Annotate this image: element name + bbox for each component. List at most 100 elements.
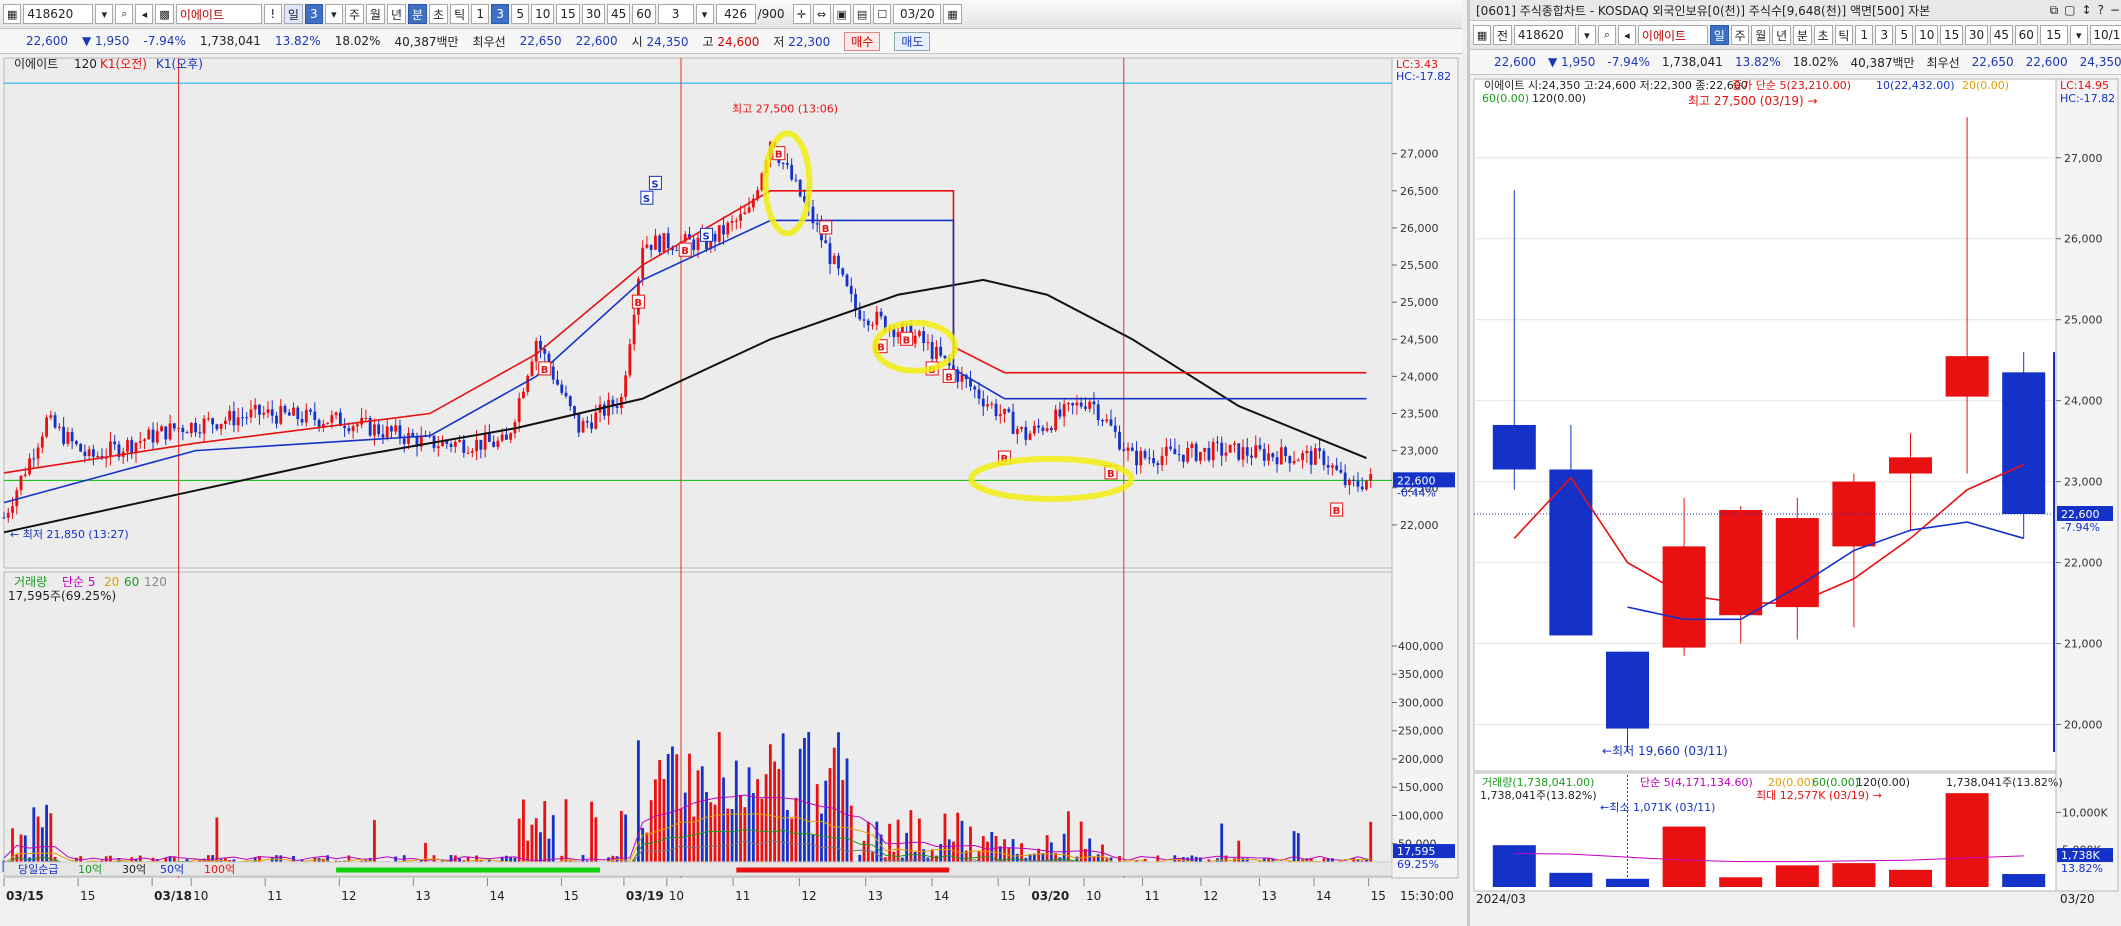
left-toolbar: ▦ 418620 ▾ ⌕ ◂ ▩ 이에이트 ! 일 3 ▾ 주 월 년 분 초 …	[0, 0, 1462, 29]
stock-code-input[interactable]: 418620	[1513, 25, 1576, 45]
interval-select[interactable]: 3	[657, 4, 694, 24]
search-icon[interactable]: ⌕	[1597, 25, 1616, 45]
period-second-button[interactable]: 초	[429, 4, 449, 24]
interval-45-button[interactable]: 45	[606, 4, 631, 24]
volume-value: 1,738,041	[1661, 55, 1723, 69]
interval-select[interactable]: 15	[2039, 25, 2068, 45]
price-candle-body	[994, 403, 998, 417]
period-tick-button[interactable]: 틱	[450, 4, 470, 24]
period-tick-button[interactable]: 틱	[1834, 25, 1854, 45]
buy-button[interactable]: 매수	[844, 31, 881, 51]
chevron-down-icon[interactable]: ▾	[2069, 25, 2088, 45]
dropdown-icon[interactable]: ▾	[1577, 25, 1596, 45]
settings-icon[interactable]: ▦	[3, 4, 22, 24]
daily-volume-tag-label: 1,738K	[2061, 849, 2100, 862]
period-second-button[interactable]: 초	[1813, 25, 1833, 45]
price-candle-body	[551, 366, 555, 380]
price-candle-body	[1118, 431, 1121, 450]
interval-30-button[interactable]: 30	[581, 4, 605, 24]
interval-5-button[interactable]: 5	[511, 4, 530, 24]
stock-code-input[interactable]: 418620	[23, 4, 94, 24]
period-minute-button[interactable]: 분	[1792, 25, 1812, 45]
volume-bar	[760, 798, 764, 872]
sell-button[interactable]: 매도	[894, 31, 931, 51]
period-day-button[interactable]: 일	[283, 4, 303, 24]
bar-count-input[interactable]: 10/1	[2089, 25, 2121, 45]
interval-5-button[interactable]: 5	[1895, 25, 1914, 45]
price-candle-body	[1067, 403, 1070, 405]
price-candle-body	[304, 409, 308, 423]
interval-1-button[interactable]: 1	[1855, 25, 1874, 45]
interval-30-button[interactable]: 30	[1965, 25, 1988, 45]
dropdown-icon[interactable]: ▾	[95, 4, 114, 24]
right-quote-bar: 22,600 ▼ 1,950 -7.94% 1,738,041 13.82% 1…	[1470, 50, 2121, 75]
stock-name-field[interactable]: 이에이트	[175, 4, 262, 24]
chevron-down-icon[interactable]: ▾	[695, 4, 714, 24]
date-checkbox[interactable]: ☐	[873, 4, 892, 24]
signal-label: S	[643, 194, 650, 205]
grid-icon[interactable]: ▩	[155, 4, 174, 24]
calendar-icon[interactable]: ▦	[943, 4, 962, 24]
alert-button[interactable]: !	[263, 4, 282, 24]
bottom-legend-item: 50억	[160, 863, 184, 876]
interval-10-button[interactable]: 10	[531, 4, 555, 24]
date-input[interactable]: 03/20	[893, 4, 942, 24]
interval-60-button[interactable]: 60	[2014, 25, 2038, 45]
price-candle-body	[219, 423, 223, 429]
x-tick-label: 11	[1144, 889, 1159, 903]
pin-icon[interactable]: ↕	[2082, 3, 2092, 18]
interval-45-button[interactable]: 45	[1989, 25, 2013, 45]
stock-name-field[interactable]: 이에이트	[1637, 25, 1708, 45]
period-year-button[interactable]: 년	[1772, 25, 1791, 45]
prev-button[interactable]: 전	[1493, 25, 1512, 45]
period-day-button[interactable]: 일	[1709, 25, 1729, 45]
interval-15-button[interactable]: 15	[556, 4, 580, 24]
period-month-button[interactable]: 월	[1751, 25, 1771, 45]
daily-volume-bar	[2002, 874, 2046, 887]
signal-label: B	[541, 365, 549, 376]
interval-3-button[interactable]: 3	[491, 4, 510, 24]
price-candle-body	[313, 411, 317, 420]
price-candle-body	[466, 452, 470, 454]
interval-1-button[interactable]: 1	[471, 4, 490, 24]
chevron-down-icon[interactable]: ▾	[324, 4, 343, 24]
minimize-icon[interactable]: −	[2110, 3, 2120, 18]
daily-chart-svg[interactable]: 20,000 21,000 22,000 23,000 24,000 25,000 26,0…	[1470, 75, 2121, 926]
price-candle-body	[1032, 425, 1036, 434]
period-year-button[interactable]: 년	[386, 4, 406, 24]
price-candle-body	[189, 423, 193, 434]
bar-count-input[interactable]: 426	[715, 4, 756, 24]
interval-60-button[interactable]: 60	[632, 4, 656, 24]
save-icon[interactable]: ▣	[832, 4, 851, 24]
volume-bar	[756, 779, 760, 872]
price-candle-body	[1343, 472, 1347, 486]
interval-15-button[interactable]: 15	[1940, 25, 1964, 45]
period-week-button[interactable]: 주	[344, 4, 364, 24]
price-candle-body	[675, 250, 679, 252]
period-minute-button[interactable]: 분	[408, 4, 428, 24]
price-candle-body	[1177, 454, 1181, 456]
interval-3-button[interactable]: 3	[1875, 25, 1894, 45]
price-candle-body	[1109, 419, 1113, 426]
speaker-icon[interactable]: ◂	[135, 4, 154, 24]
intraday-chart-svg[interactable]: 22,00022,50023,00023,50024,00024,50025,0…	[0, 54, 1462, 926]
window-icon[interactable]: ⧉	[2050, 3, 2059, 18]
volume-y-tick-label: 400,000	[1398, 640, 1444, 653]
price-candle-body	[734, 220, 738, 222]
volume-bar	[798, 748, 802, 872]
layout-icon[interactable]: ▤	[852, 4, 872, 24]
period-month-button[interactable]: 월	[365, 4, 385, 24]
period-week-button[interactable]: 주	[1730, 25, 1750, 45]
price-candle-body	[402, 438, 406, 444]
price-plot-area	[3, 57, 1393, 569]
interval-10-button[interactable]: 10	[1915, 25, 1939, 45]
ruler-icon[interactable]: ⇔	[812, 4, 831, 24]
period-count-button[interactable]: 3	[304, 4, 323, 24]
help-icon[interactable]: ?	[2098, 3, 2104, 18]
price-candle-body	[262, 412, 266, 415]
settings-icon[interactable]: ▦	[1473, 25, 1492, 45]
crosshair-icon[interactable]: ✛	[792, 4, 811, 24]
lock-icon[interactable]: ▢	[2064, 3, 2075, 18]
search-icon[interactable]: ⌕	[115, 4, 134, 24]
speaker-icon[interactable]: ◂	[1617, 25, 1636, 45]
